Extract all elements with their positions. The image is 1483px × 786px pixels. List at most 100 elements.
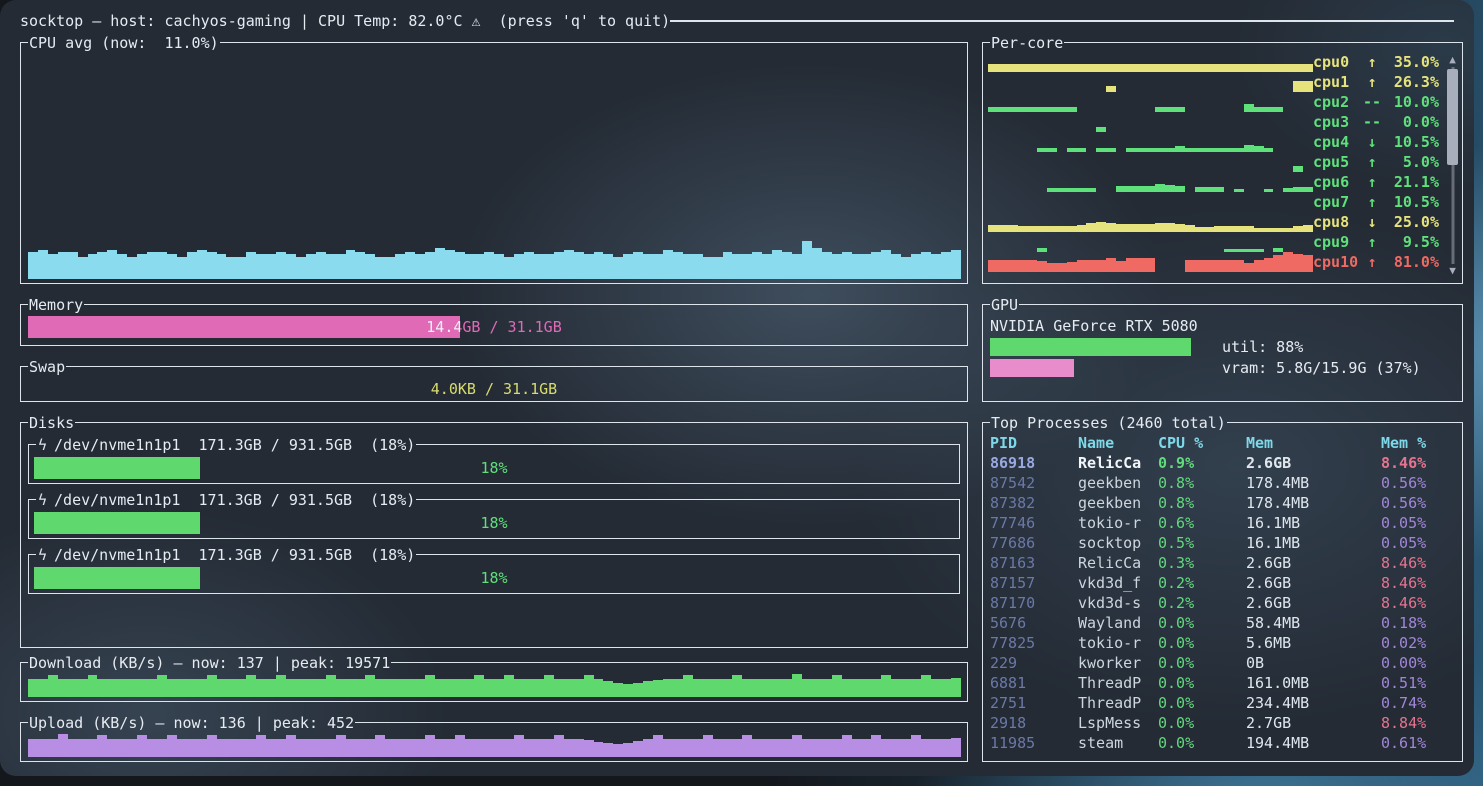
per-core-label: cpu6↑21.1% [1313,172,1439,192]
cpu-avg-title: CPU avg (now: 11.0%) [28,34,220,52]
upload-panel: Upload (KB/s) — now: 136 | peak: 452 [20,712,968,762]
column-header-cpu: CPU % [1158,433,1246,453]
disk-entry-title: /dev/nvme1n1p1 171.3GB / 931.5GB (18%) [53,436,416,454]
swap-gauge-label: 4.0KB / 31.1GB [28,378,960,400]
disk-entry: ϟ/dev/nvme1n1p1 171.3GB / 931.5GB (18%) 1… [28,544,960,594]
per-core-sparkline [988,252,1313,272]
scrollbar-down-icon[interactable]: ▼ [1446,265,1459,277]
process-row[interactable]: 87157vkd3d_f0.2%2.6GB8.46% [990,573,1455,593]
disk-usage-gauge: 18%18% [34,512,954,534]
left-column: CPU avg (now: 11.0%) Memory 14.4GB / 31.… [20,32,968,762]
per-core-sparkline [988,92,1313,112]
per-core-sparkline [988,192,1313,212]
top-processes-title: Top Processes (2460 total) [990,414,1227,432]
per-core-sparkline [988,232,1313,252]
disks-panel: Disks ϟ/dev/nvme1n1p1 171.3GB / 931.5GB … [20,412,968,648]
per-core-title: Per-core [990,34,1064,52]
download-sparkline [28,674,960,697]
scrollbar-up-icon[interactable]: ▲ [1446,54,1459,66]
process-row[interactable]: 86918RelicCa0.9%2.6GB8.46% [990,453,1455,473]
gpu-title: GPU [990,296,1019,314]
disk-entry: ϟ/dev/nvme1n1p1 171.3GB / 931.5GB (18%) 1… [28,489,960,539]
process-row[interactable]: 5676Wayland0.0%58.4MB0.18% [990,613,1455,633]
per-core-label: cpu9↑9.5% [1313,232,1439,252]
top-processes-panel: Top Processes (2460 total) PID Name CPU … [982,412,1463,762]
disk-usage-gauge: 18%18% [34,567,954,589]
column-header-pid: PID [990,433,1078,453]
process-row[interactable]: 2751ThreadP0.0%234.4MB0.74% [990,693,1455,713]
process-row[interactable]: 77825tokio-r0.0%5.6MB0.02% [990,633,1455,653]
memory-gauge: 14.4GB / 31.1GB 14.4GB / 31.1GB [28,316,960,338]
per-core-label: cpu3--0.0% [1313,112,1439,132]
per-core-panel: Per-core cpu0↑35.0%cpu1↑26.3%cpu2--10.0%… [982,32,1463,284]
process-row[interactable]: 87382geekben0.8%178.4MB0.56% [990,493,1455,513]
disk-entry-title: /dev/nvme1n1p1 171.3GB / 931.5GB (18%) [53,546,416,564]
per-core-scrollbar[interactable]: ▲ ▼ [1446,54,1459,277]
scrollbar-thumb[interactable] [1447,69,1458,165]
memory-gauge-fill: 14.4GB / 31.1GB [28,316,460,338]
per-core-sparkline [988,132,1313,152]
download-panel: Download (KB/s) — now: 137 | peak: 19571 [20,652,968,702]
process-row[interactable]: 2918LspMess0.0%2.7GB8.84% [990,713,1455,733]
per-core-row: cpu2--10.0% [988,92,1439,112]
gpu-vram-label: vram: 5.8G/15.9G (37%) [1222,359,1421,377]
process-row[interactable]: 87163RelicCa0.3%2.6GB8.46% [990,553,1455,573]
per-core-label: cpu8↓25.0% [1313,212,1439,232]
title-rule [670,20,1454,22]
disk-usage-gauge: 18%18% [34,457,954,479]
process-row[interactable]: 11985steam0.0%194.4MB0.61% [990,733,1455,753]
process-row[interactable]: 77686socktop0.5%16.1MB0.05% [990,533,1455,553]
per-core-row: cpu0↑35.0% [988,52,1439,72]
swap-gauge: 4.0KB / 31.1GB 4.0KB / 31.1GB [28,378,960,400]
process-row[interactable]: 6881ThreadP0.0%161.0MB0.51% [990,673,1455,693]
per-core-sparkline [988,52,1313,72]
per-core-row: cpu3--0.0% [988,112,1439,132]
disk-icon: ϟ [36,546,53,564]
swap-panel: Swap 4.0KB / 31.1GB 4.0KB / 31.1GB [20,356,968,402]
gpu-util-label: util: 88% [1222,338,1303,356]
memory-title: Memory [28,296,84,314]
disks-title: Disks [28,414,75,432]
per-core-sparkline [988,72,1313,92]
gpu-util-bar-track [990,338,1218,356]
per-core-row: cpu1↑26.3% [988,72,1439,92]
per-core-label: cpu2--10.0% [1313,92,1439,112]
per-core-label: cpu10↑81.0% [1313,252,1439,272]
per-core-row: cpu9↑9.5% [988,232,1439,252]
right-column: Per-core cpu0↑35.0%cpu1↑26.3%cpu2--10.0%… [982,32,1463,762]
disk-icon: ϟ [36,436,53,454]
per-core-label: cpu4↓10.5% [1313,132,1439,152]
process-row[interactable]: 229kworker0.0%0B0.00% [990,653,1455,673]
per-core-sparkline [988,212,1313,232]
process-rows: 86918RelicCa0.9%2.6GB8.46%87542geekben0.… [990,453,1455,753]
cpu-avg-sparkline [28,54,960,279]
process-row[interactable]: 87542geekben0.8%178.4MB0.56% [990,473,1455,493]
per-core-row: cpu4↓10.5% [988,132,1439,152]
gpu-vram-bar-track [990,359,1218,377]
process-table: PID Name CPU % Mem Mem % 86918RelicCa0.9… [990,433,1455,758]
cpu-avg-panel: CPU avg (now: 11.0%) [20,32,968,284]
column-header-mem: Mem [1246,433,1381,453]
disk-entry-title: /dev/nvme1n1p1 171.3GB / 931.5GB (18%) [53,491,416,509]
per-core-label: cpu0↑35.0% [1313,52,1439,72]
column-header-mem-pct: Mem % [1381,433,1455,453]
per-core-label: cpu5↑5.0% [1313,152,1439,172]
per-core-sparkline [988,112,1313,132]
download-title: Download (KB/s) — now: 137 | peak: 19571 [28,654,391,672]
upload-sparkline [28,734,960,757]
app-title-bar: socktop — host: cachyos-gaming | CPU Tem… [20,10,1454,32]
upload-title: Upload (KB/s) — now: 136 | peak: 452 [28,714,355,732]
per-core-row: cpu6↑21.1% [988,172,1439,192]
per-core-row: cpu5↑5.0% [988,152,1439,172]
disk-icon: ϟ [36,491,53,509]
per-core-sparkline [988,152,1313,172]
process-row[interactable]: 77746tokio-r0.6%16.1MB0.05% [990,513,1455,533]
gpu-util-bar [990,338,1191,356]
per-core-row: cpu7↑10.5% [988,192,1439,212]
process-row[interactable]: 87170vkd3d-s0.2%2.6GB8.46% [990,593,1455,613]
disk-list: ϟ/dev/nvme1n1p1 171.3GB / 931.5GB (18%) 1… [28,434,960,643]
gpu-panel: GPU NVIDIA GeForce RTX 5080 util: 88% vr… [982,294,1463,402]
swap-title: Swap [28,358,66,376]
column-header-name: Name [1078,433,1158,453]
gpu-vram-bar [990,359,1074,377]
